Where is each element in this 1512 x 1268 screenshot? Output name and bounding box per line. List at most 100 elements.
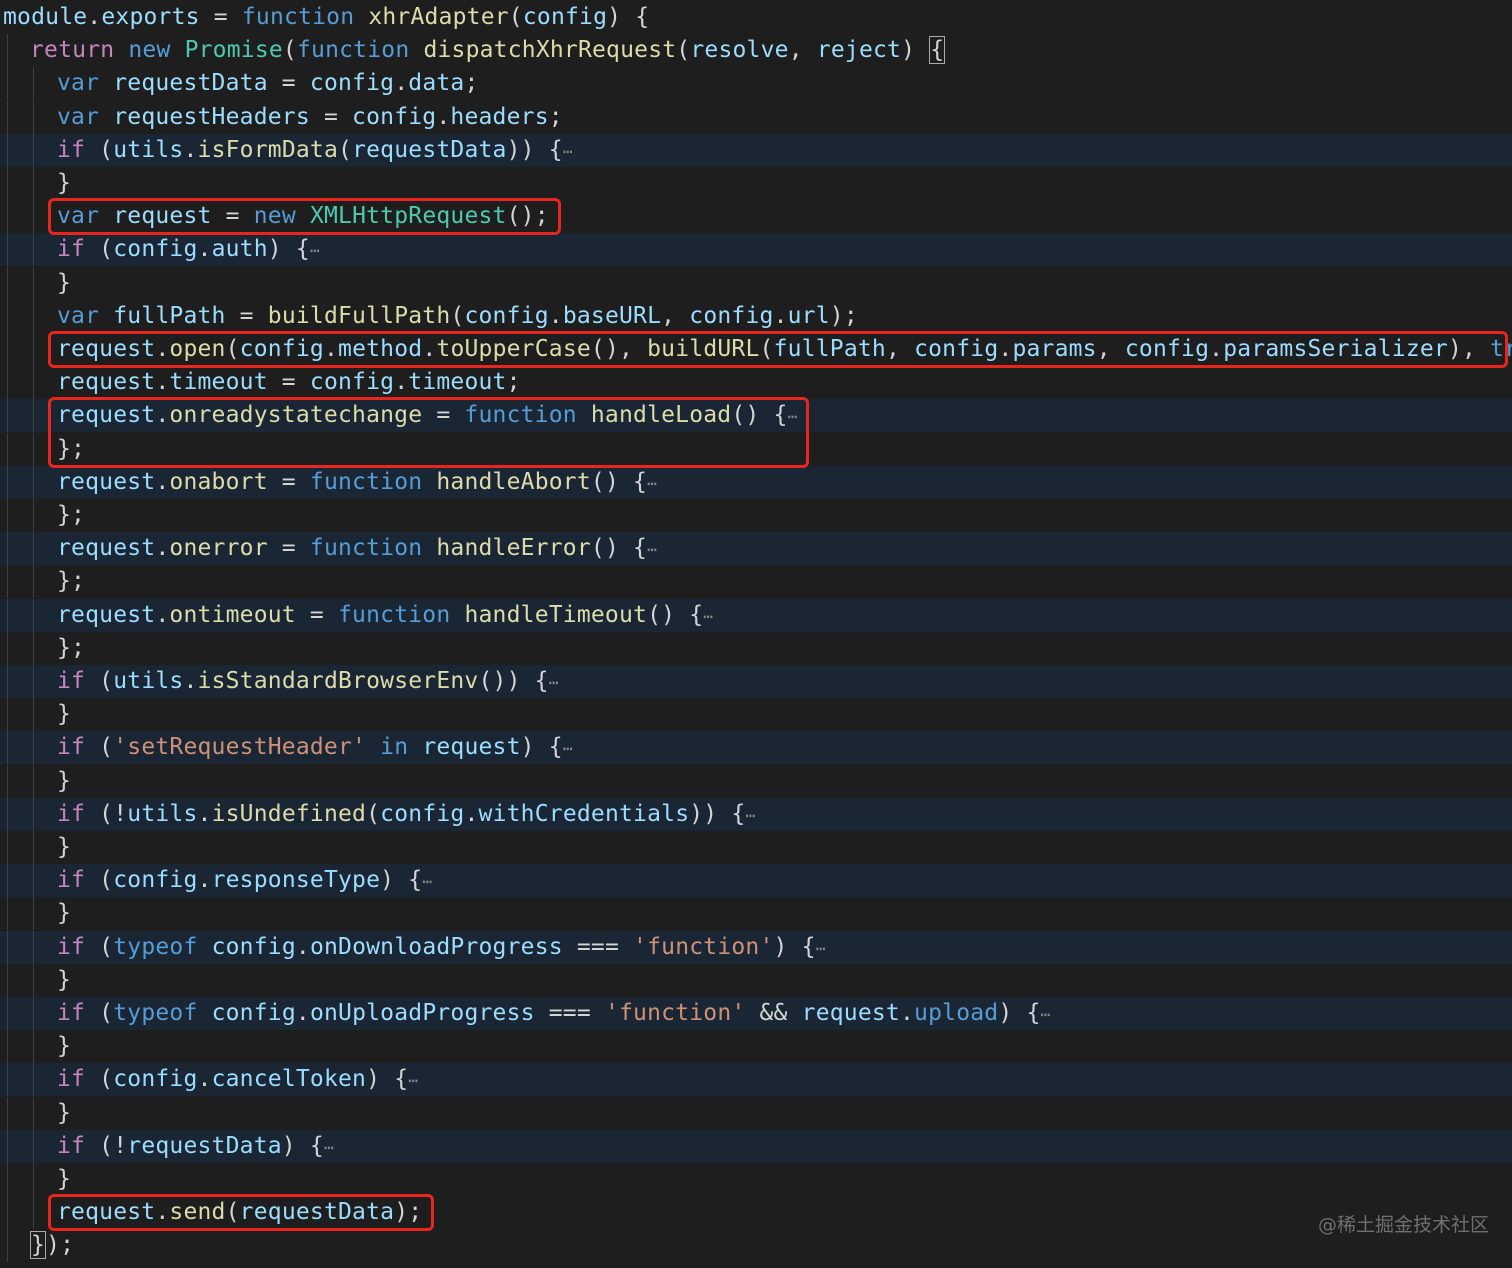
code-line[interactable]: request.send(requestData); xyxy=(0,1196,1512,1230)
code-token: request xyxy=(57,402,156,429)
code-line[interactable]: var fullPath = buildFullPath(config.base… xyxy=(0,299,1512,333)
code-token: }; xyxy=(57,435,86,462)
code-line[interactable]: } xyxy=(0,698,1512,732)
indent-guide xyxy=(7,266,8,300)
code-token: paramsSerializer xyxy=(1223,336,1448,362)
code-token: new xyxy=(128,37,171,64)
code-token: if xyxy=(57,136,86,163)
fold-ellipsis-icon[interactable]: ⋯ xyxy=(408,1071,418,1090)
code-line[interactable]: request.open(config.method.toUpperCase()… xyxy=(0,333,1512,366)
code-token: . xyxy=(155,468,170,495)
fold-ellipsis-icon[interactable]: ⋯ xyxy=(1041,1005,1051,1024)
code-line[interactable]: if (!requestData) {⋯ xyxy=(0,1129,1512,1164)
indent-guide xyxy=(7,499,8,532)
code-line[interactable]: return new Promise(function dispatchXhrR… xyxy=(0,34,1512,68)
code-token: isFormData xyxy=(197,136,339,163)
code-token: . xyxy=(295,1000,310,1026)
code-line[interactable]: request.timeout = config.timeout; xyxy=(0,366,1512,400)
fold-ellipsis-icon[interactable]: ⋯ xyxy=(310,241,320,260)
fold-ellipsis-icon[interactable]: ⋯ xyxy=(647,540,657,559)
indent-guide xyxy=(33,1129,34,1163)
indent-guide xyxy=(33,930,34,964)
code-line[interactable]: }; xyxy=(0,565,1512,599)
fold-ellipsis-icon[interactable]: ⋯ xyxy=(647,474,657,493)
code-text: module.exports = function xhrAdapter(con… xyxy=(3,1,649,34)
fold-ellipsis-icon[interactable]: ⋯ xyxy=(703,607,713,626)
code-line[interactable]: }; xyxy=(0,631,1512,665)
fold-ellipsis-icon[interactable]: ⋯ xyxy=(549,673,559,692)
code-text: var requestData = config.data; xyxy=(57,67,479,100)
indent-guide xyxy=(33,698,34,732)
code-line[interactable]: if ('setRequestHeader' in request) {⋯ xyxy=(0,731,1512,765)
indent-guide xyxy=(33,532,34,566)
code-line[interactable]: } xyxy=(0,963,1512,997)
code-text: if (!requestData) {⋯ xyxy=(57,1130,334,1164)
code-token: ( xyxy=(366,800,381,827)
code-line[interactable]: if (utils.isFormData(requestData)) {⋯ xyxy=(0,133,1512,167)
indent-guide xyxy=(33,67,34,101)
fold-ellipsis-icon[interactable]: ⋯ xyxy=(324,1138,334,1157)
code-token: . xyxy=(464,800,479,827)
code-token: } xyxy=(57,966,72,993)
code-line[interactable]: if (utils.isStandardBrowserEnv()) {⋯ xyxy=(0,665,1512,698)
code-line[interactable]: } xyxy=(0,1163,1512,1196)
code-line[interactable]: }; xyxy=(0,499,1512,532)
code-line[interactable]: }); xyxy=(0,1229,1512,1263)
code-line[interactable]: } xyxy=(0,1030,1512,1064)
indent-guide xyxy=(33,299,34,333)
code-token: = xyxy=(225,302,268,329)
code-line[interactable]: if (typeof config.onUploadProgress === '… xyxy=(0,997,1512,1030)
code-line[interactable]: } xyxy=(0,897,1512,931)
fold-ellipsis-icon[interactable]: ⋯ xyxy=(563,142,573,161)
code-line[interactable]: var request = new XMLHttpRequest(); xyxy=(0,200,1512,234)
code-line[interactable]: } xyxy=(0,266,1512,300)
code-line[interactable]: if (!utils.isUndefined(config.withCreden… xyxy=(0,797,1512,831)
indent-guide xyxy=(33,333,34,366)
code-token: . xyxy=(197,867,212,894)
code-token: } xyxy=(30,1231,47,1260)
code-editor[interactable]: module.exports = function xhrAdapter(con… xyxy=(0,0,1512,1268)
code-line[interactable]: request.onabort = function handleAbort()… xyxy=(0,465,1512,499)
code-line[interactable]: var requestData = config.data; xyxy=(0,67,1512,101)
code-token: . xyxy=(183,136,198,163)
fold-ellipsis-icon[interactable]: ⋯ xyxy=(816,939,826,958)
indent-guide xyxy=(7,598,8,632)
code-token: return xyxy=(30,37,115,64)
code-line[interactable]: module.exports = function xhrAdapter(con… xyxy=(0,1,1512,34)
code-line[interactable]: } xyxy=(0,167,1512,200)
code-token: request xyxy=(57,369,156,396)
code-text: var requestHeaders = config.headers; xyxy=(57,101,563,134)
code-token: = xyxy=(309,103,353,130)
code-line[interactable]: request.ontimeout = function handleTimeo… xyxy=(0,598,1512,632)
code-token: ; xyxy=(464,70,479,97)
code-token: === xyxy=(562,933,634,960)
code-line[interactable]: }; xyxy=(0,432,1512,466)
code-line[interactable]: if (config.cancelToken) {⋯ xyxy=(0,1063,1512,1097)
fold-ellipsis-icon[interactable]: ⋯ xyxy=(422,872,432,891)
code-token: requestData xyxy=(239,1199,395,1226)
code-line[interactable]: if (config.responseType) {⋯ xyxy=(0,864,1512,898)
code-line[interactable]: request.onreadystatechange = function ha… xyxy=(0,399,1512,433)
indent-guide xyxy=(7,100,8,134)
code-token: true xyxy=(1490,336,1512,362)
code-token: && xyxy=(745,1000,802,1026)
code-line[interactable]: } xyxy=(0,1096,1512,1130)
code-token: ) { xyxy=(520,734,563,761)
indent-guide xyxy=(7,399,8,433)
fold-ellipsis-icon[interactable]: ⋯ xyxy=(563,739,573,758)
code-line[interactable]: var requestHeaders = config.headers; xyxy=(0,100,1512,134)
fold-ellipsis-icon[interactable]: ⋯ xyxy=(745,806,755,825)
code-token: . xyxy=(394,70,409,97)
code-line[interactable]: if (config.auth) {⋯ xyxy=(0,233,1512,267)
code-line[interactable]: request.onerror = function handleError()… xyxy=(0,532,1512,566)
code-token: requestData xyxy=(352,136,507,163)
fold-ellipsis-icon[interactable]: ⋯ xyxy=(788,407,798,426)
code-token: XMLHttpRequest xyxy=(309,203,507,230)
code-line[interactable]: if (typeof config.onDownloadProgress ===… xyxy=(0,930,1512,964)
code-text: }; xyxy=(57,565,85,598)
code-line[interactable]: } xyxy=(0,764,1512,798)
indent-guide xyxy=(33,731,34,765)
code-line[interactable]: } xyxy=(0,831,1512,864)
code-token: ) { xyxy=(607,4,650,30)
